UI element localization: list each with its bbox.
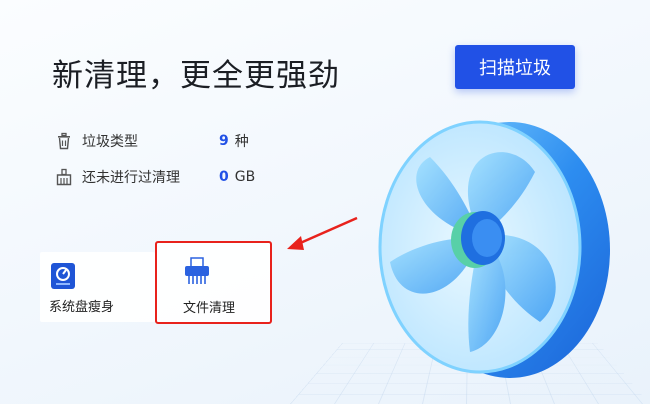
stat-row-not-cleaned: 还未进行过清理 0 GB xyxy=(55,167,255,187)
scan-garbage-button[interactable]: 扫描垃圾 xyxy=(455,45,575,89)
stat-label: 垃圾类型 xyxy=(82,134,138,150)
fan-illustration xyxy=(378,120,610,378)
tile-system-disk-slim[interactable]: 系统盘瘦身 xyxy=(40,252,155,322)
stat-row-garbage-types: 垃圾类型 9 种 xyxy=(55,131,249,151)
tile-label: 系统盘瘦身 xyxy=(49,300,115,315)
stat-value: 0 xyxy=(219,169,229,185)
stat-label: 还未进行过清理 xyxy=(82,170,180,186)
disk-slim-icon xyxy=(51,263,75,289)
trash-icon xyxy=(58,132,70,150)
highlight-box xyxy=(155,241,272,324)
stat-unit: 种 xyxy=(234,134,249,150)
broom-icon xyxy=(56,168,72,186)
page-headline: 新清理，更全更强劲 xyxy=(52,58,340,94)
stat-unit: GB xyxy=(234,169,256,185)
stat-value: 9 xyxy=(219,133,229,149)
